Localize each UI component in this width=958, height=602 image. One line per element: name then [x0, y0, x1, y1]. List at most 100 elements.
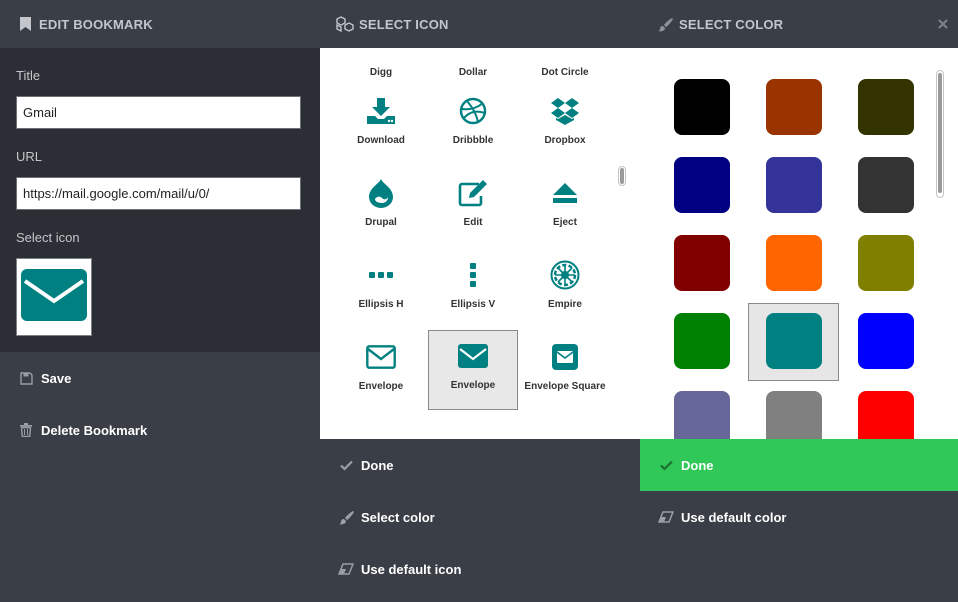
icon-scrollbar-thumb[interactable]: [620, 168, 624, 184]
icon-cells: Download Dribbble Dropbox Drupal Edit Ej…: [336, 84, 612, 412]
envelope-icon: [21, 268, 87, 326]
icon-option-label: Ellipsis H: [358, 299, 404, 310]
edit-icon: [457, 177, 489, 209]
color-actions: Done Use default color: [640, 439, 958, 602]
edit-actions: Save Delete Bookmark: [0, 352, 320, 602]
select-color-title: SELECT COLOR: [679, 16, 784, 32]
use-default-icon-label: Use default icon: [361, 561, 462, 577]
check-icon: [658, 457, 674, 473]
icon-label: Dollar: [458, 67, 488, 78]
cubes-icon: [336, 15, 354, 33]
color-done-label: Done: [681, 457, 714, 473]
edit-bookmark-form: Title URL Select icon: [0, 48, 320, 353]
icon-option-eject[interactable]: Eject: [520, 166, 610, 246]
icon-option-label: Ellipsis V: [450, 299, 496, 310]
icon-option-edit[interactable]: Edit: [428, 166, 518, 246]
icon-done-button[interactable]: Done: [320, 439, 640, 491]
trash-icon: [18, 422, 34, 438]
color-swatch[interactable]: [858, 391, 914, 439]
select-icon-label: Select icon: [16, 230, 80, 245]
color-swatch[interactable]: [766, 79, 822, 135]
color-swatch[interactable]: [766, 235, 822, 291]
url-label: URL: [16, 149, 43, 164]
icon-option-dribbble[interactable]: Dribbble: [428, 84, 518, 164]
select-color-panel: SELECT COLOR Done Use default color: [640, 0, 958, 602]
icon-actions: Done Select color Use default icon: [320, 439, 640, 602]
icon-option-download[interactable]: Download: [336, 84, 426, 164]
color-swatch[interactable]: [858, 157, 914, 213]
color-scrollbar-thumb[interactable]: [938, 73, 942, 193]
color-swatch[interactable]: [858, 235, 914, 291]
icon-option-label: Empire: [548, 299, 582, 310]
icon-option-label: Eject: [553, 217, 577, 228]
eraser-icon: [658, 509, 674, 525]
empire-icon: [549, 259, 581, 291]
icon-option-label: Dropbox: [544, 135, 586, 146]
icon-option-drupal[interactable]: Drupal: [336, 166, 426, 246]
check-icon: [338, 457, 354, 473]
color-swatch[interactable]: [766, 157, 822, 213]
bookmark-icon: [16, 15, 34, 33]
color-swatch[interactable]: [674, 235, 730, 291]
url-input[interactable]: [16, 177, 301, 210]
color-scrollbar[interactable]: [936, 70, 944, 198]
select-color-button[interactable]: Select color: [320, 491, 640, 543]
download-icon: [365, 95, 397, 127]
color-swatch[interactable]: [858, 313, 914, 369]
use-default-color-button[interactable]: Use default color: [640, 491, 958, 543]
eraser-icon: [338, 561, 354, 577]
eject-icon: [549, 177, 581, 209]
paint-brush-icon: [338, 509, 354, 525]
delete-bookmark-label: Delete Bookmark: [41, 422, 148, 438]
icon-option-label: Dribbble: [452, 135, 494, 146]
color-swatch[interactable]: [674, 313, 730, 369]
color-grid[interactable]: [640, 48, 958, 439]
title-label: Title: [16, 68, 41, 83]
select-icon-header: SELECT ICON: [320, 0, 640, 48]
icon-option-dropbox[interactable]: Dropbox: [520, 84, 610, 164]
edit-bookmark-title: EDIT BOOKMARK: [39, 16, 153, 32]
icon-preview[interactable]: [16, 258, 92, 336]
color-done-button[interactable]: Done: [640, 439, 958, 491]
icon-scrollbar[interactable]: [618, 166, 626, 186]
dropbox-icon: [549, 95, 581, 127]
dribbble-icon: [457, 95, 489, 127]
icon-option-envelope-square[interactable]: Envelope Square: [520, 330, 610, 410]
use-default-icon-button[interactable]: Use default icon: [320, 543, 640, 595]
color-swatch[interactable]: [674, 79, 730, 135]
icon-label: Digg: [369, 67, 393, 78]
color-swatch[interactable]: [674, 157, 730, 213]
color-swatch[interactable]: [858, 79, 914, 135]
icon-option-label: Download: [357, 135, 405, 146]
ellipsis-h-icon: [365, 259, 397, 291]
close-icon[interactable]: [934, 15, 952, 33]
icon-done-label: Done: [361, 457, 394, 473]
color-swatch[interactable]: [674, 391, 730, 439]
icon-option-ellipsis-h[interactable]: Ellipsis H: [336, 248, 426, 328]
envelope-o-icon: [365, 341, 397, 373]
icon-option-label: Envelope: [358, 381, 404, 392]
envelope-icon: [457, 340, 489, 372]
icon-option-label: Envelope: [450, 380, 496, 391]
delete-bookmark-button[interactable]: Delete Bookmark: [0, 404, 320, 456]
icon-option-envelope-o[interactable]: Envelope: [336, 330, 426, 410]
icon-option-label: Drupal: [365, 217, 397, 228]
save-button[interactable]: Save: [0, 352, 320, 404]
icon-option-envelope[interactable]: Envelope: [428, 330, 518, 410]
icon-grid[interactable]: Digg Dollar Dot Circle Download Dribbble: [320, 48, 640, 439]
ellipsis-v-icon: [457, 259, 489, 291]
edit-bookmark-panel: EDIT BOOKMARK Title URL Select icon Save: [0, 0, 320, 602]
title-input[interactable]: [16, 96, 301, 129]
paint-brush-icon: [656, 15, 674, 33]
select-icon-title: SELECT ICON: [359, 16, 449, 32]
icon-option-label: Edit: [463, 217, 483, 228]
color-swatch[interactable]: [766, 313, 822, 369]
select-icon-panel: SELECT ICON Digg Dollar Dot Circle Downl…: [320, 0, 640, 602]
icon-label: Dot Circle: [541, 67, 589, 78]
color-swatch[interactable]: [766, 391, 822, 439]
envelope-square-icon: [549, 341, 581, 373]
drupal-icon: [365, 177, 397, 209]
icon-option-empire[interactable]: Empire: [520, 248, 610, 328]
icon-option-ellipsis-v[interactable]: Ellipsis V: [428, 248, 518, 328]
icon-option-label: Envelope Square: [524, 381, 606, 392]
